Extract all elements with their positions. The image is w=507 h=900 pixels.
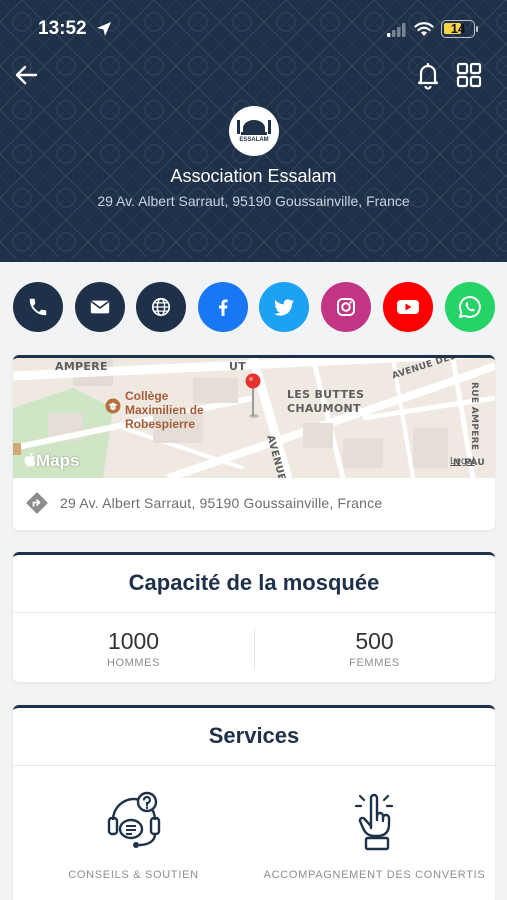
status-bar: 13:52 14 (0, 18, 507, 42)
map-poi-line: Maximilien de (125, 403, 204, 417)
directions-address: 29 Av. Albert Sarraut, 95190 Goussainvil… (60, 495, 383, 511)
mosque-logo-art (237, 120, 271, 135)
battery-level: 14 (450, 21, 466, 36)
services-card: Services CONSEILS & SOUTIEN ACCOMPAGNEME… (13, 705, 495, 900)
support-headset-icon (107, 791, 160, 848)
service-convertis[interactable]: ACCOMPAGNEMENT DES CONVERTIS (254, 790, 495, 881)
phone-button[interactable] (13, 282, 63, 332)
map-poi-college: Collège Maximilien de Robespierre (125, 389, 204, 431)
mosque-logo: ESSALAM (229, 106, 279, 156)
wifi-icon (414, 22, 434, 36)
map-legal-link[interactable]: Legal (450, 456, 474, 467)
facebook-icon (219, 299, 228, 316)
directions-icon (26, 492, 48, 514)
battery-tip (476, 26, 478, 32)
map-card: AMPERE UT LES BUTTES CHAUMONT AVENUE DES… (13, 355, 495, 530)
association-name: Association Essalam (170, 166, 337, 186)
apple-icon (24, 452, 36, 467)
service-label: ACCOMPAGNEMENT DES CONVERTIS (263, 869, 486, 881)
cell-signal-icon (387, 23, 406, 37)
whatsapp-icon (458, 295, 481, 318)
school-icon (105, 398, 121, 414)
twitter-button[interactable] (259, 282, 309, 332)
back-arrow-icon[interactable] (12, 60, 42, 90)
youtube-icon (397, 300, 419, 314)
location-arrow-icon (97, 22, 111, 36)
map-label-rue-ampere: RUE AMPERE (469, 382, 479, 451)
mail-icon (90, 300, 110, 314)
association-address: 29 Av. Albert Sarraut, 95190 Goussainvil… (97, 193, 410, 209)
twitter-icon (274, 299, 294, 316)
capacity-title: Capacité de la mosquée (128, 570, 380, 595)
map-pin-icon[interactable] (243, 373, 263, 419)
website-button[interactable] (136, 282, 186, 332)
services-title: Services (208, 723, 300, 748)
map-label-buttes-1: LES BUTTES (287, 388, 365, 401)
whatsapp-button[interactable] (445, 282, 495, 332)
women-capacity-label: FEMMES (349, 657, 400, 669)
map-poi-line: Robespierre (125, 417, 196, 431)
women-capacity-value: 500 (355, 628, 394, 654)
men-capacity-label: HOMMES (106, 657, 161, 669)
map-label-buttes-2: CHAUMONT (287, 402, 361, 415)
service-label: CONSEILS & SOUTIEN (68, 869, 199, 881)
map-view[interactable]: AMPERE UT LES BUTTES CHAUMONT AVENUE DES… (13, 358, 495, 478)
service-conseils[interactable]: CONSEILS & SOUTIEN (13, 790, 254, 881)
map-label-ampere: AMPERE (55, 360, 108, 373)
status-time: 13:52 (38, 18, 87, 39)
map-poi-line: Collège (125, 389, 169, 403)
header-scallop-edge (0, 256, 507, 266)
maps-brand-text: Maps (36, 451, 80, 470)
directions-row[interactable]: 29 Av. Albert Sarraut, 95190 Goussainvil… (13, 478, 495, 530)
instagram-icon (337, 298, 355, 316)
divider (13, 612, 495, 613)
bell-icon[interactable] (413, 60, 443, 90)
email-button[interactable] (75, 282, 125, 332)
women-capacity: 500 FEMMES (254, 628, 495, 669)
globe-icon (151, 297, 171, 317)
men-capacity: 1000 HOMMES (13, 628, 254, 669)
facebook-button[interactable] (198, 282, 248, 332)
map-label-ut: UT (229, 360, 247, 373)
raised-hand-icon (354, 793, 393, 851)
battery-icon: 14 (441, 20, 475, 38)
apple-maps-logo: Maps (23, 451, 79, 471)
capacity-card: Capacité de la mosquée 1000 HOMMES 500 F… (13, 552, 495, 682)
phone-icon (29, 298, 47, 316)
divider (13, 765, 495, 766)
grid-icon[interactable] (455, 61, 483, 89)
logo-text: ESSALAM (239, 137, 269, 143)
men-capacity-value: 1000 (107, 628, 160, 654)
contact-buttons (13, 282, 495, 332)
youtube-button[interactable] (383, 282, 433, 332)
instagram-button[interactable] (321, 282, 371, 332)
